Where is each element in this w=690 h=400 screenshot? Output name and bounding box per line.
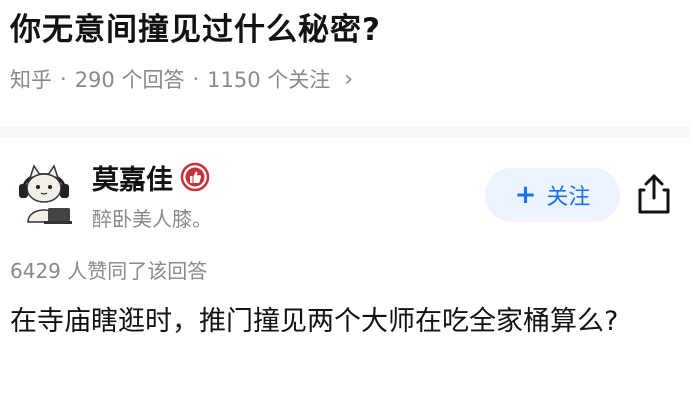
cartoon-cat-with-headphones-icon xyxy=(19,164,72,224)
follow-button[interactable]: + 关注 xyxy=(485,168,620,222)
meta-separator: · xyxy=(192,67,200,91)
source-label: 知乎 xyxy=(10,68,52,92)
question-title[interactable]: 你无意间撞见过什么秘密? xyxy=(10,4,381,49)
question-meta[interactable]: 知乎 · 290 个回答 · 1150 个关注 › xyxy=(10,64,353,94)
author-name[interactable]: 莫嘉佳 xyxy=(92,158,173,197)
avatar[interactable] xyxy=(14,162,74,228)
share-icon[interactable] xyxy=(636,172,672,216)
section-divider xyxy=(0,127,690,137)
thumbs-up-badge-icon xyxy=(180,162,210,192)
likes-count: 6429 人赞同了该回答 xyxy=(10,259,208,283)
followers-count: 1150 个关注 xyxy=(207,68,331,92)
author-bio: 醉卧美人膝。 xyxy=(92,207,212,231)
follow-label: 关注 xyxy=(546,185,591,210)
answer-content[interactable]: 在寺庙瞎逛时，推门撞见两个大师在吃全家桶算么? xyxy=(10,298,680,346)
chevron-right-icon[interactable]: › xyxy=(344,67,353,92)
plus-icon: + xyxy=(514,180,537,210)
answers-count: 290 个回答 xyxy=(74,68,185,92)
meta-separator: · xyxy=(60,67,67,91)
